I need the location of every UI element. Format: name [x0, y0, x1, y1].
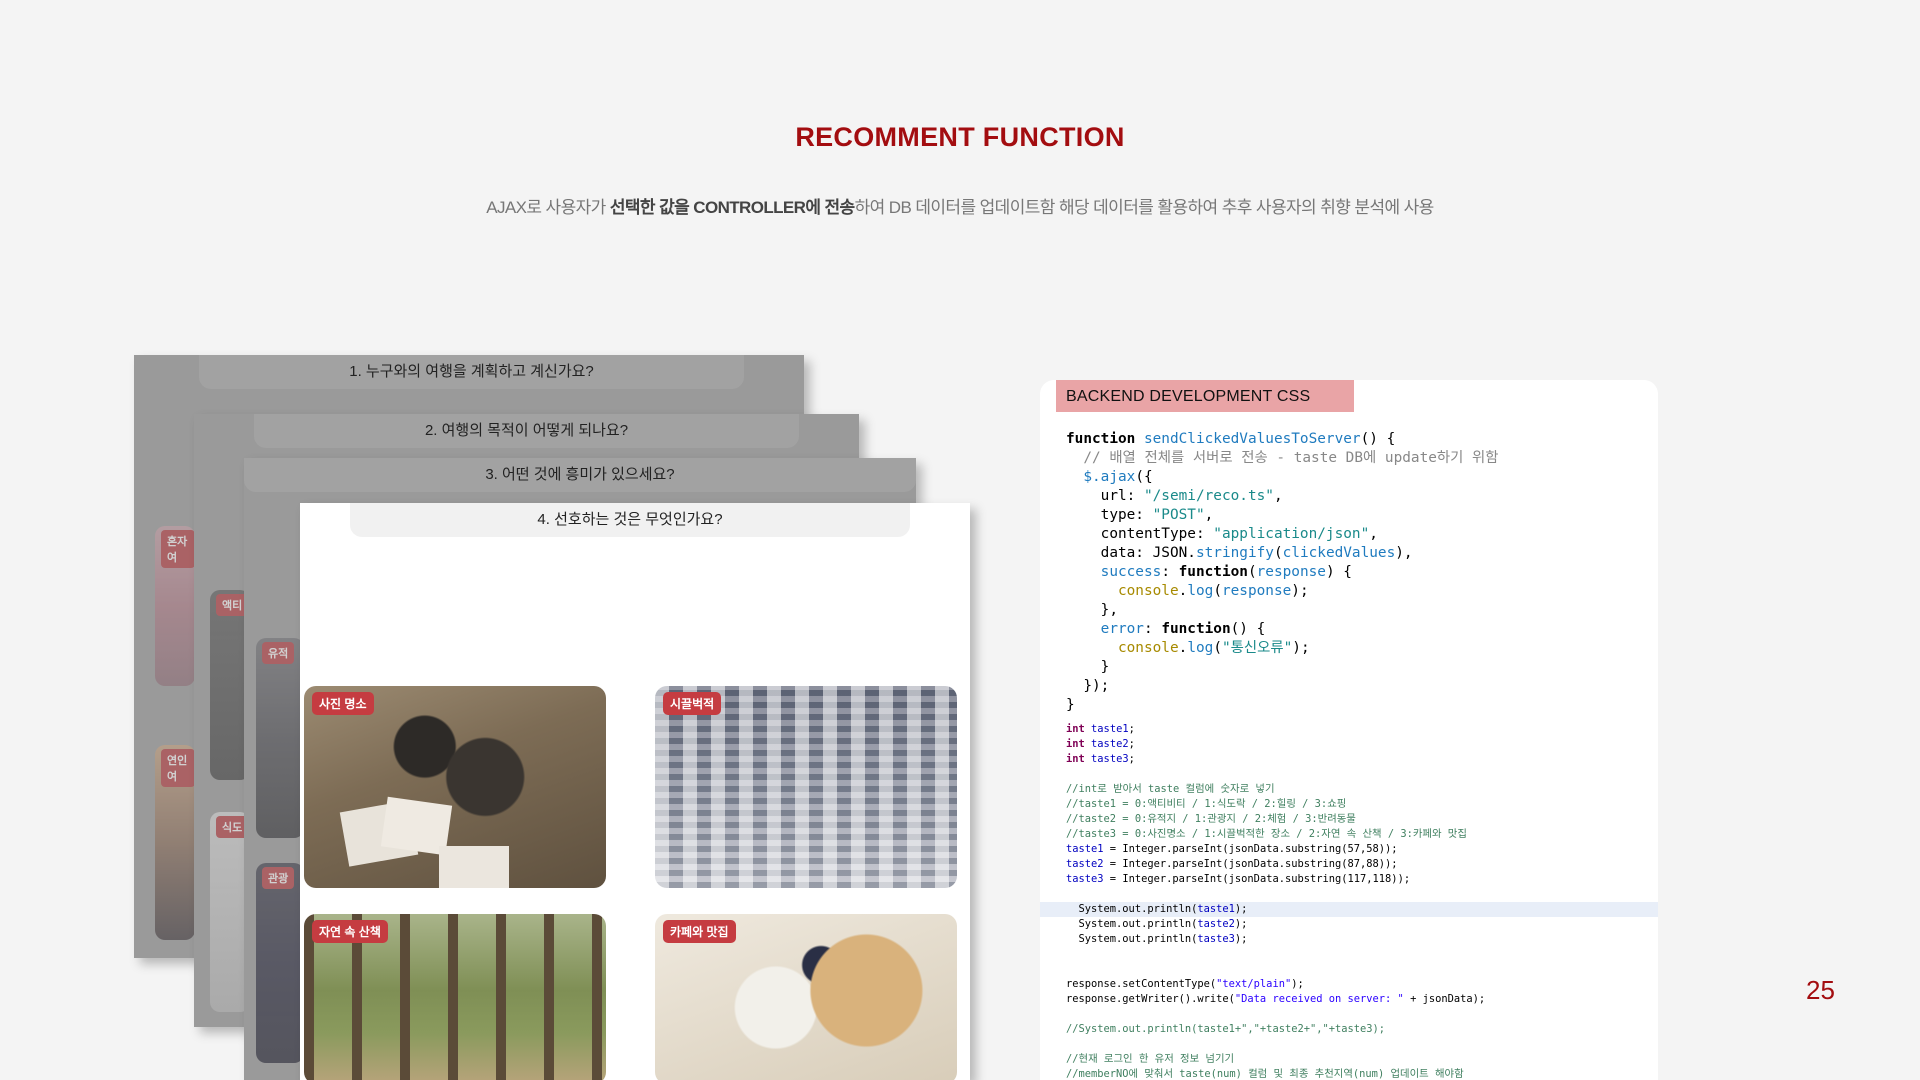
- thumb-heritage[interactable]: 유적: [256, 638, 304, 838]
- code-line: //int로 받아서 taste 컬럼에 숫자로 넣기: [1066, 783, 1275, 795]
- code-line: $.ajax({: [1083, 469, 1153, 485]
- code-line: });: [1066, 678, 1110, 694]
- code-line: System.out.println(taste1);: [1040, 902, 1658, 917]
- photo-print: [439, 846, 509, 888]
- code-line: //System.out.println(taste1+","+taste2+"…: [1066, 1023, 1386, 1035]
- code-line: },: [1066, 602, 1118, 618]
- option-nature-walk[interactable]: 자연 속 산책: [304, 914, 606, 1080]
- code-line: response.getWriter().write("Data receive…: [1066, 993, 1486, 1005]
- subtitle-post: 하여 DB 데이터를 업데이트함 해당 데이터를 활용하여 추후 사용자의 취향…: [854, 198, 1435, 217]
- thumb-couple[interactable]: 연인여: [155, 745, 195, 940]
- option-lively[interactable]: 시끌벅적: [655, 686, 957, 888]
- code-line: //taste3 = 0:사진명소 / 1:시끌벅적한 장소 / 2:자연 속 …: [1066, 828, 1467, 840]
- code-line: console.log(response);: [1117, 583, 1309, 599]
- code-panel-header: BACKEND DEVELOPMENT CSS: [1056, 380, 1354, 412]
- code-line: response.setContentType("text/plain");: [1066, 978, 1304, 990]
- question-2: 2. 여행의 목적이 어떻게 되나요?: [254, 414, 799, 448]
- tag-heritage: 유적: [262, 642, 295, 664]
- code-line: }: [1066, 659, 1110, 675]
- subtitle-bold: 선택한 값을 CONTROLLER에 전송: [609, 198, 855, 217]
- code-line: }: [1066, 697, 1075, 713]
- code-line: type: "POST",: [1066, 507, 1214, 523]
- question-3: 3. 어떤 것에 흥미가 있으세요?: [244, 458, 916, 492]
- java-code-block: int taste1; int taste2; int taste3; //int로 …: [1040, 722, 1658, 1080]
- question-1: 1. 누구와의 여행을 계획하고 계신가요?: [199, 355, 744, 389]
- code-line: System.out.println(taste3);: [1066, 933, 1248, 945]
- tag-sightseeing: 관광: [262, 867, 295, 889]
- code-line: //memberNO에 맞춰서 taste(num) 컬럼 및 최종 추천지역(…: [1066, 1068, 1464, 1080]
- thumb-solo[interactable]: 혼자여: [155, 526, 195, 686]
- code-line: taste3 = Integer.parseInt(jsonData.subst…: [1066, 873, 1411, 885]
- code-line: int taste1;: [1066, 723, 1135, 735]
- code-line: success: function(response) {: [1100, 564, 1352, 580]
- option-cafe[interactable]: 카페와 맛집: [655, 914, 957, 1080]
- js-code-block: function sendClickedValuesToServer() { /…: [1066, 430, 1499, 715]
- code-line: function sendClickedValuesToServer() {: [1066, 431, 1396, 447]
- tag-nature-walk: 자연 속 산책: [312, 920, 388, 943]
- subtitle-pre: AJAX로 사용자가: [486, 198, 610, 217]
- code-panel: BACKEND DEVELOPMENT CSS function sendCli…: [1040, 380, 1658, 1080]
- thumb-sightseeing[interactable]: 관광: [256, 863, 304, 1063]
- code-line: error: function() {: [1100, 621, 1266, 637]
- question-4: 4. 선호하는 것은 무엇인가요?: [350, 503, 910, 537]
- page-number: 25: [1806, 975, 1835, 1005]
- survey-card-4: 4. 선호하는 것은 무엇인가요? 사진 명소 시끌벅적 자연 속 산책 카페와…: [300, 503, 970, 1080]
- tag-solo: 혼자여: [161, 530, 195, 568]
- code-line: // 배열 전체를 서버로 전송 - taste DB에 update하기 위함: [1066, 450, 1499, 466]
- tag-photo-spot: 사진 명소: [312, 692, 374, 715]
- code-line: taste2 = Integer.parseInt(jsonData.subst…: [1066, 858, 1398, 870]
- slide-title: RECOMMENT FUNCTION: [795, 122, 1125, 152]
- code-line: //taste1 = 0:액티비티 / 1:식도락 / 2:힐링 / 3:쇼핑: [1066, 798, 1347, 810]
- code-line: contentType: "application/json",: [1066, 526, 1378, 542]
- tag-lively: 시끌벅적: [663, 692, 722, 715]
- slide-subtitle: AJAX로 사용자가 선택한 값을 CONTROLLER에 전송하여 DB 데이…: [0, 193, 1920, 218]
- code-line: //현재 로그인 한 유저 정보 넘기기: [1066, 1053, 1235, 1065]
- code-line: System.out.println(taste2);: [1066, 918, 1248, 930]
- tag-couple: 연인여: [161, 749, 195, 787]
- code-line: int taste3;: [1066, 753, 1135, 765]
- option-photo-spot[interactable]: 사진 명소: [304, 686, 606, 888]
- code-line: //taste2 = 0:유적지 / 1:관광지 / 2:체험 / 3:반려동물: [1066, 813, 1356, 825]
- code-line: url: "/semi/reco.ts",: [1066, 488, 1283, 504]
- code-line: console.log("통신오류");: [1117, 640, 1310, 656]
- code-line: taste1 = Integer.parseInt(jsonData.subst…: [1066, 843, 1398, 855]
- code-line: data: JSON.stringify(clickedValues),: [1066, 545, 1413, 561]
- code-line: int taste2;: [1066, 738, 1135, 750]
- tag-cafe: 카페와 맛집: [663, 920, 736, 943]
